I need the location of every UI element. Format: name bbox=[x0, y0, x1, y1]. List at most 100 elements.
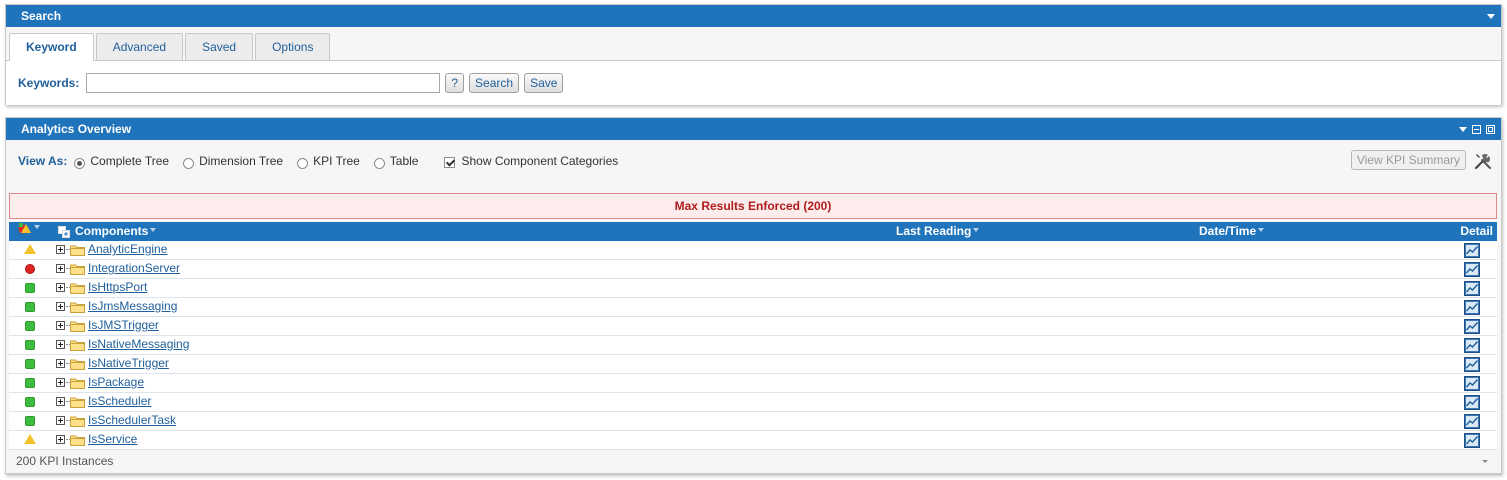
detail-chart-icon[interactable] bbox=[1464, 262, 1480, 277]
max-results-banner: Max Results Enforced (200) bbox=[9, 193, 1497, 219]
expand-node-icon[interactable] bbox=[56, 397, 65, 406]
sort-arrow-icon bbox=[34, 224, 40, 229]
datetime-column-header[interactable]: Date/Time bbox=[1199, 222, 1265, 241]
keyword-search-form: Keywords: ? Search Save bbox=[6, 61, 1501, 105]
analytics-overview-panel: Analytics Overview View As: Complete Tre… bbox=[5, 117, 1502, 474]
view-toolbar: View As: Complete Tree Dimension Tree KP… bbox=[6, 140, 1501, 182]
component-link[interactable]: IsPackage bbox=[88, 375, 144, 389]
radio-table[interactable] bbox=[373, 157, 385, 169]
status-column-header[interactable] bbox=[18, 222, 40, 235]
detail-chart-icon[interactable] bbox=[1464, 281, 1480, 296]
sort-arrow-icon bbox=[1258, 227, 1265, 232]
status-ok-icon bbox=[25, 397, 35, 407]
view-kpi-summary-button[interactable]: View KPI Summary bbox=[1350, 150, 1466, 170]
detail-chart-icon[interactable] bbox=[1464, 338, 1480, 353]
table-row: IsNativeMessaging bbox=[9, 336, 1497, 355]
radio-complete-tree[interactable] bbox=[74, 157, 86, 169]
expand-node-icon[interactable] bbox=[56, 416, 65, 425]
components-column-header[interactable]: Components bbox=[58, 222, 157, 241]
expand-node-icon[interactable] bbox=[56, 359, 65, 368]
status-ok-icon bbox=[25, 321, 35, 331]
scroll-down-icon[interactable] bbox=[1482, 460, 1488, 463]
show-categories-checkbox[interactable] bbox=[444, 156, 456, 168]
table-row: IsPackage bbox=[9, 374, 1497, 393]
expand-node-icon[interactable] bbox=[56, 340, 65, 349]
expand-node-icon[interactable] bbox=[56, 283, 65, 292]
folder-icon bbox=[70, 302, 85, 313]
grid-footer: 200 KPI Instances bbox=[6, 450, 1501, 473]
tab-saved[interactable]: Saved bbox=[185, 33, 254, 60]
search-panel-title: Search bbox=[21, 9, 62, 23]
folder-icon bbox=[70, 378, 85, 389]
component-link[interactable]: IsNativeTrigger bbox=[88, 356, 169, 370]
collapse-icon[interactable] bbox=[1487, 13, 1495, 19]
last-reading-column-header[interactable]: Last Reading bbox=[896, 222, 980, 241]
component-link[interactable]: IntegrationServer bbox=[88, 261, 180, 275]
radio-dimension-tree[interactable] bbox=[183, 157, 195, 169]
folder-icon bbox=[70, 416, 85, 427]
dimension-tree-label: Dimension Tree bbox=[199, 154, 284, 168]
status-critical-icon bbox=[25, 264, 35, 274]
component-link[interactable]: IsJMSTrigger bbox=[88, 318, 159, 332]
detail-chart-icon[interactable] bbox=[1464, 376, 1480, 391]
detail-chart-icon[interactable] bbox=[1464, 433, 1480, 448]
detail-chart-icon[interactable] bbox=[1464, 243, 1480, 258]
save-button[interactable]: Save bbox=[524, 73, 564, 93]
minimize-icon[interactable] bbox=[1472, 124, 1481, 134]
component-link[interactable]: IsHttpsPort bbox=[88, 280, 147, 294]
status-ok-icon bbox=[25, 302, 35, 312]
status-ok-icon bbox=[25, 283, 35, 293]
components-grid-body: AnalyticEngine IntegrationServer IsHttpsPo… bbox=[9, 241, 1497, 450]
table-row: IntegrationServer bbox=[9, 260, 1497, 279]
analytics-panel-header: Analytics Overview bbox=[6, 118, 1501, 140]
status-ok-icon bbox=[25, 378, 35, 388]
expand-node-icon[interactable] bbox=[56, 302, 65, 311]
status-ok-icon bbox=[25, 340, 35, 350]
keywords-input[interactable] bbox=[86, 73, 441, 93]
components-grid-header: Components Last Reading Date/Time Detail bbox=[9, 222, 1497, 241]
expand-node-icon[interactable] bbox=[56, 378, 65, 387]
search-button[interactable]: Search bbox=[469, 73, 520, 93]
table-row: IsNativeTrigger bbox=[9, 355, 1497, 374]
expand-all-icon[interactable] bbox=[58, 225, 70, 238]
folder-icon bbox=[70, 321, 85, 332]
component-link[interactable]: IsService bbox=[88, 432, 137, 446]
kpi-tree-label: KPI Tree bbox=[313, 154, 360, 168]
tab-advanced[interactable]: Advanced bbox=[95, 33, 184, 60]
table-row: IsJmsMessaging bbox=[9, 298, 1497, 317]
detail-chart-icon[interactable] bbox=[1464, 395, 1480, 410]
component-link[interactable]: IsJmsMessaging bbox=[88, 299, 177, 313]
sort-arrow-icon bbox=[973, 227, 980, 232]
component-link[interactable]: IsSchedulerTask bbox=[88, 413, 176, 427]
keywords-label: Keywords: bbox=[18, 76, 80, 90]
status-filter-icon bbox=[18, 223, 31, 234]
maximize-icon[interactable] bbox=[1486, 124, 1495, 134]
expand-node-icon[interactable] bbox=[56, 264, 65, 273]
last-reading-header-label: Last Reading bbox=[896, 224, 972, 238]
analytics-panel-title: Analytics Overview bbox=[21, 122, 132, 136]
table-row: AnalyticEngine bbox=[9, 241, 1497, 260]
expand-node-icon[interactable] bbox=[56, 321, 65, 330]
detail-chart-icon[interactable] bbox=[1464, 319, 1480, 334]
status-ok-icon bbox=[25, 359, 35, 369]
expand-node-icon[interactable] bbox=[56, 435, 65, 444]
status-warning-icon bbox=[24, 434, 36, 444]
folder-icon bbox=[70, 283, 85, 294]
component-link[interactable]: AnalyticEngine bbox=[88, 242, 167, 256]
detail-chart-icon[interactable] bbox=[1464, 414, 1480, 429]
folder-icon bbox=[70, 435, 85, 446]
help-button[interactable]: ? bbox=[445, 73, 465, 93]
component-link[interactable]: IsNativeMessaging bbox=[88, 337, 189, 351]
component-link[interactable]: IsScheduler bbox=[88, 394, 151, 408]
folder-icon bbox=[70, 397, 85, 408]
tab-options[interactable]: Options bbox=[255, 33, 331, 60]
tools-icon[interactable] bbox=[1474, 152, 1492, 170]
view-as-label: View As: bbox=[18, 154, 68, 168]
detail-chart-icon[interactable] bbox=[1464, 357, 1480, 372]
detail-chart-icon[interactable] bbox=[1464, 300, 1480, 315]
expand-node-icon[interactable] bbox=[56, 245, 65, 254]
folder-icon bbox=[70, 359, 85, 370]
tab-keyword[interactable]: Keyword bbox=[9, 33, 94, 61]
collapse-icon[interactable] bbox=[1459, 126, 1467, 132]
radio-kpi-tree[interactable] bbox=[297, 157, 309, 169]
